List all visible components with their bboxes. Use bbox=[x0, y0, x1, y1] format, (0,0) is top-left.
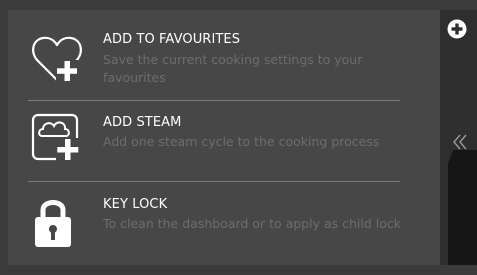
plus-circle-icon[interactable] bbox=[447, 19, 467, 39]
padlock-icon bbox=[35, 200, 71, 247]
menu-item-add-steam[interactable]: ADD STEAM Add one steam cycle to the coo… bbox=[8, 100, 440, 184]
menu-item-description: Save the current cooking settings to you… bbox=[103, 52, 363, 85]
menu-item-key-lock[interactable]: KEY LOCK To clean the dashboard or to ap… bbox=[8, 181, 440, 265]
double-chevron-left-icon[interactable] bbox=[452, 133, 468, 151]
oven-screen: { "menu": { "items": [ { "icon": "heart-… bbox=[0, 0, 477, 275]
menu-item-title: ADD TO FAVOURITES bbox=[103, 32, 241, 47]
menu-item-add-to-favourites[interactable]: ADD TO FAVOURITES Save the current cooki… bbox=[8, 24, 440, 108]
side-panel-tab[interactable] bbox=[448, 150, 477, 265]
heart-plus-icon bbox=[32, 36, 82, 82]
menu-item-title: ADD STEAM bbox=[103, 115, 182, 130]
steam-plus-icon bbox=[31, 113, 80, 162]
options-menu: ADD TO FAVOURITES Save the current cooki… bbox=[8, 10, 440, 265]
menu-item-description: To clean the dashboard or to apply as ch… bbox=[103, 216, 401, 231]
menu-item-title: KEY LOCK bbox=[103, 197, 168, 212]
menu-item-description: Add one steam cycle to the cooking proce… bbox=[103, 134, 380, 149]
